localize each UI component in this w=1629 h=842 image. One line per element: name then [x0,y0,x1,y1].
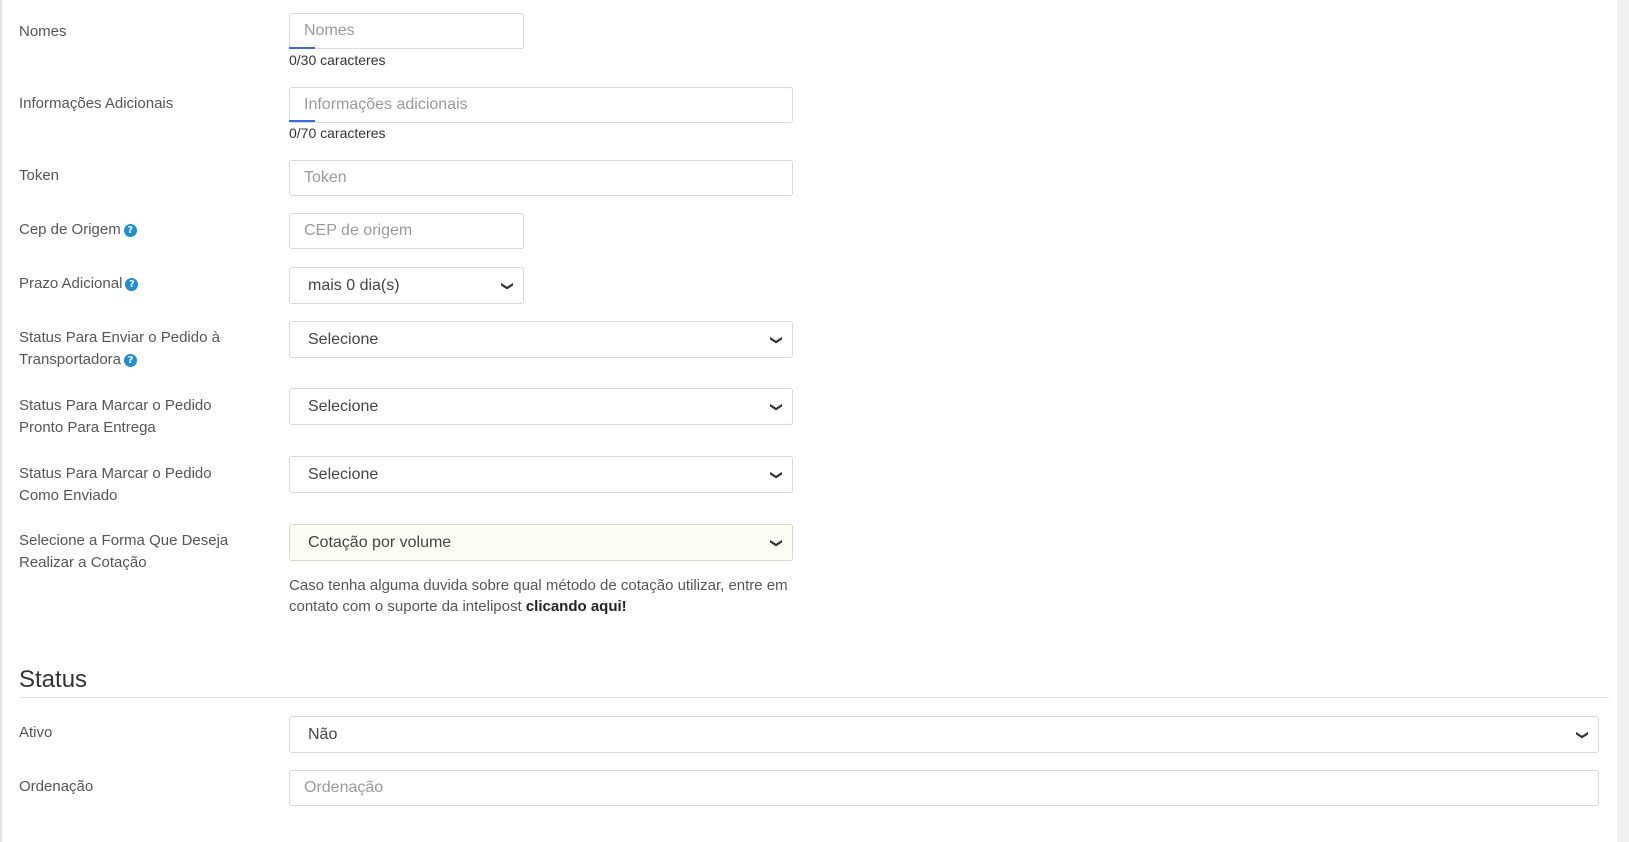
cotacao-select-value: Cotação por volume [308,534,452,551]
token-label: Token [19,167,60,184]
cotacao-label-line1: Selecione a Forma Que Deseja [19,532,229,549]
question-circle-icon[interactable]: ? [125,278,139,291]
cep-input[interactable] [289,213,524,249]
status-enviado-select[interactable]: Selecione ❯ [289,456,793,493]
status-enviar-label-line2: Transportadora [19,351,121,368]
prazo-select-value: mais 0 dia(s) [308,277,400,294]
status-enviado-label: Status Para Marcar o Pedido Como Enviado [19,463,212,507]
info-counter: 0/70 caracteres [289,125,386,141]
chevron-down-icon: ❯ [769,401,784,413]
cotacao-label: Selecione a Forma Que Deseja Realizar a … [19,530,228,574]
status-enviar-label-line1: Status Para Enviar o Pedido à [19,329,220,346]
nomes-input[interactable] [289,13,524,49]
ordenacao-label: Ordenação [19,778,94,795]
chevron-down-icon: ❯ [500,280,515,292]
status-pronto-select-value: Selecione [308,398,379,415]
ativo-select-value: Não [308,726,338,743]
prazo-select[interactable]: mais 0 dia(s) ❯ [289,267,524,304]
scrollbar[interactable] [1617,0,1629,842]
status-enviar-select-value: Selecione [308,331,379,348]
status-pronto-label-line2: Pronto Para Entrega [19,419,156,436]
question-circle-icon[interactable]: ? [124,354,137,367]
chevron-down-icon: ❯ [769,469,784,481]
chevron-down-icon: ❯ [769,537,784,549]
question-circle-icon[interactable]: ? [123,224,137,237]
ordenacao-input[interactable] [289,770,1599,806]
status-section-title: Status [19,666,88,693]
info-focus-underline [289,120,315,122]
cep-label: Cep de Origem? [19,219,137,241]
info-input[interactable] [289,87,793,123]
info-label: Informações Adicionais [19,95,174,112]
cotacao-select[interactable]: Cotação por volume ❯ [289,524,793,561]
status-enviado-label-line1: Status Para Marcar o Pedido [19,465,212,482]
ativo-select[interactable]: Não ❯ [289,716,1599,753]
status-enviar-label: Status Para Enviar o Pedido à Transporta… [19,327,220,371]
status-pronto-label: Status Para Marcar o Pedido Pronto Para … [19,395,212,439]
status-enviar-select[interactable]: Selecione ❯ [289,321,793,358]
ativo-label: Ativo [19,724,53,741]
page-left-border [0,0,2,842]
status-pronto-select[interactable]: Selecione ❯ [289,388,793,425]
cotacao-label-line2: Realizar a Cotação [19,554,147,571]
cotacao-help-link[interactable]: clicando aqui! [526,598,627,615]
nomes-label: Nomes [19,23,67,40]
status-enviado-select-value: Selecione [308,466,379,483]
section-divider [19,697,1609,698]
nomes-focus-underline [289,47,315,49]
cotacao-help-text: Caso tenha alguma duvida sobre qual méto… [289,575,799,617]
cep-label-text: Cep de Origem [19,221,121,238]
chevron-down-icon: ❯ [769,334,784,346]
status-pronto-label-line1: Status Para Marcar o Pedido [19,397,212,414]
prazo-label-text: Prazo Adicional [19,275,123,292]
status-enviado-label-line2: Como Enviado [19,487,118,504]
chevron-down-icon: ❯ [1575,729,1590,741]
prazo-label: Prazo Adicional? [19,273,139,295]
token-input[interactable] [289,160,793,196]
nomes-counter: 0/30 caracteres [289,52,386,68]
